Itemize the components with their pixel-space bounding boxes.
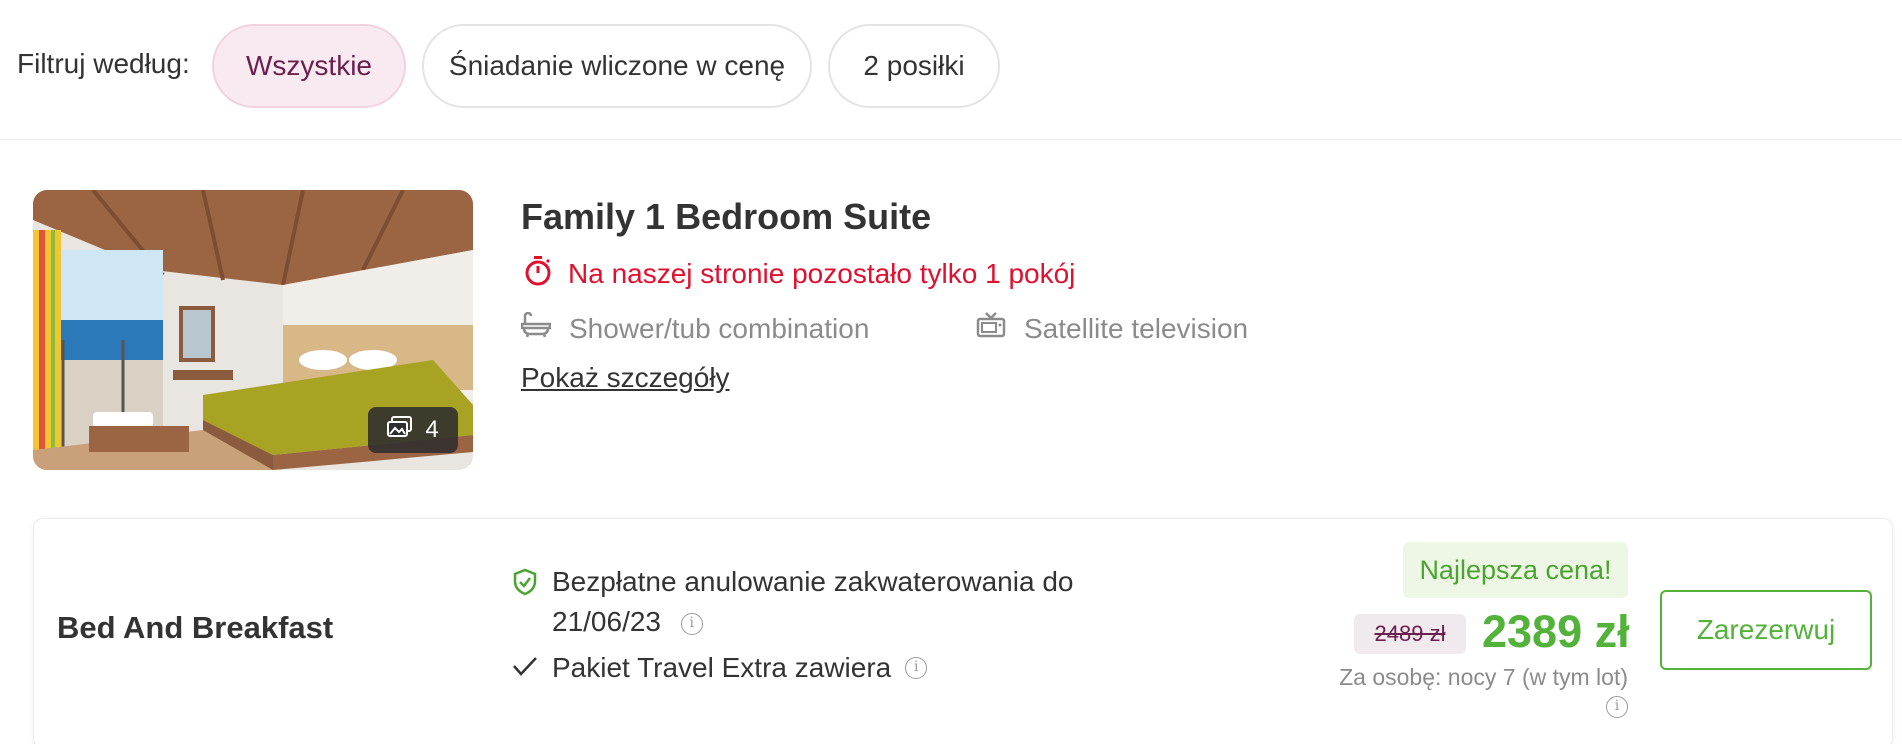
book-button[interactable]: Zarezerwuj	[1660, 590, 1872, 670]
board-type: Bed And Breakfast	[57, 610, 334, 645]
info-icon[interactable]: i	[680, 612, 703, 635]
cancellation-text-wrap: Bezpłatne anulowanie zakwaterowania do 2…	[552, 562, 1092, 642]
bathtub-icon	[520, 311, 552, 345]
travel-extra-package: Pakiet Travel Extra zawiera i	[512, 652, 928, 684]
filter-chip-all[interactable]: Wszystkie	[212, 24, 406, 108]
availability-text: Na naszej stronie pozostało tylko 1 pokó…	[568, 257, 1076, 289]
photo-count-value: 4	[425, 416, 439, 443]
stopwatch-icon	[524, 256, 552, 291]
show-details-link[interactable]: Pokaż szczegóły	[521, 362, 730, 394]
filter-bar: Filtruj według: Wszystkie Śniadanie wlic…	[0, 0, 1902, 140]
shield-check-icon	[512, 568, 538, 642]
filter-chip-two-meals[interactable]: 2 posiłki	[828, 24, 1000, 108]
room-title: Family 1 Bedroom Suite	[521, 196, 932, 237]
filter-chip-breakfast[interactable]: Śniadanie wliczone w cenę	[422, 24, 812, 108]
price-note: Za osobę: nocy 7 (w tym lot)	[1339, 664, 1628, 690]
amenity-bath: Shower/tub combination	[520, 311, 870, 345]
filter-label: Filtruj według:	[17, 48, 190, 79]
info-icon[interactable]: i	[905, 657, 928, 679]
info-icon[interactable]: i	[1606, 696, 1628, 718]
amenity-bath-label: Shower/tub combination	[569, 312, 870, 344]
cancellation-text: Bezpłatne anulowanie zakwaterowania do 2…	[552, 566, 1074, 637]
availability-warning: Na naszej stronie pozostało tylko 1 pokó…	[524, 256, 1075, 291]
package-text: Pakiet Travel Extra zawiera	[552, 652, 892, 683]
free-cancellation: Bezpłatne anulowanie zakwaterowania do 2…	[512, 562, 1092, 642]
amenity-tv-label: Satellite television	[1024, 312, 1249, 344]
tv-icon	[976, 312, 1006, 345]
old-price: 2489 zł	[1354, 614, 1466, 654]
checkmark-icon	[512, 652, 538, 684]
gallery-icon	[387, 415, 413, 445]
best-price-badge: Najlepsza cena!	[1403, 542, 1628, 598]
current-price: 2389 zł	[1482, 606, 1630, 657]
amenity-tv: Satellite television	[976, 312, 1248, 345]
photo-count-badge[interactable]: 4	[368, 407, 458, 453]
